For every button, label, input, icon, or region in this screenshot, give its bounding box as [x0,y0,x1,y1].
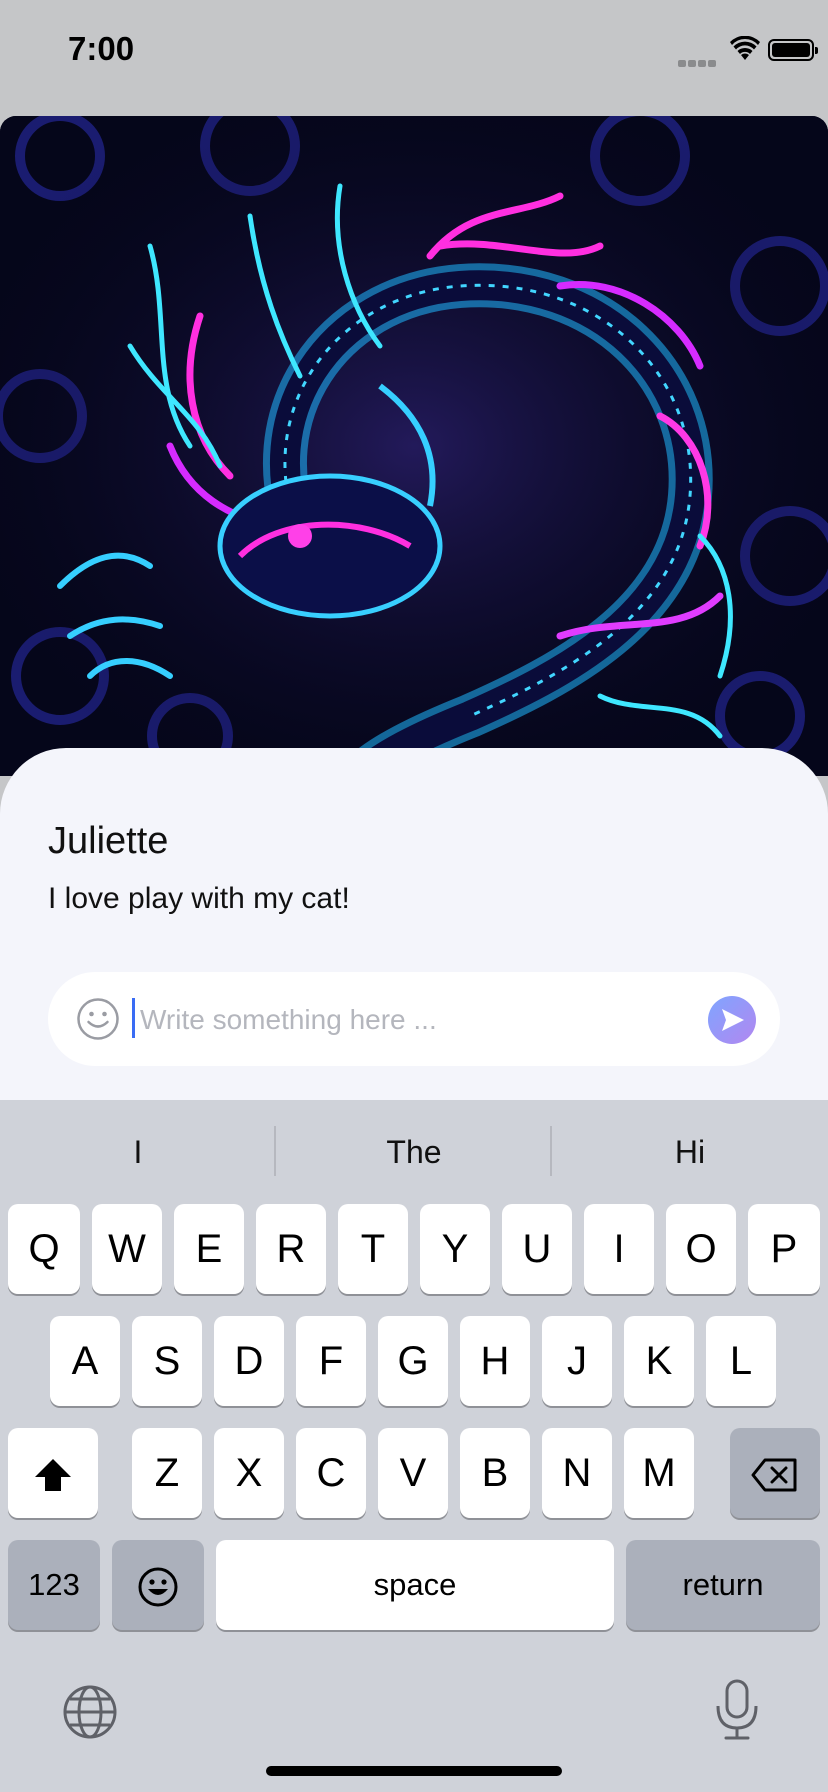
shift-key[interactable] [8,1428,98,1518]
key-i[interactable]: I [584,1204,654,1294]
shift-icon [35,1459,71,1492]
comment-composer [48,972,780,1066]
globe-icon[interactable] [62,1684,118,1740]
wifi-icon [730,36,760,60]
suggestion-1[interactable]: I [0,1124,276,1180]
status-bar: 7:00 [0,0,828,110]
status-time: 7:00 [68,30,135,67]
key-t[interactable]: T [338,1204,408,1294]
home-indicator[interactable] [266,1766,562,1776]
microphone-icon[interactable] [712,1678,762,1742]
post-author-name: Juliette [48,820,169,862]
key-v[interactable]: V [378,1428,448,1518]
key-k[interactable]: K [624,1316,694,1406]
delete-key[interactable] [730,1428,820,1518]
key-m[interactable]: M [624,1428,694,1518]
key-z[interactable]: Z [132,1428,202,1518]
key-e[interactable]: E [174,1204,244,1294]
emoji-key[interactable] [112,1540,204,1630]
key-j[interactable]: J [542,1316,612,1406]
suggestion-3[interactable]: Hi [552,1124,828,1180]
suggestion-2[interactable]: The [276,1124,552,1180]
key-a[interactable]: A [50,1316,120,1406]
key-g[interactable]: G [378,1316,448,1406]
key-b[interactable]: B [460,1428,530,1518]
key-c[interactable]: C [296,1428,366,1518]
send-icon [722,1009,744,1031]
numbers-key[interactable]: 123 [8,1540,100,1630]
key-h[interactable]: H [460,1316,530,1406]
key-f[interactable]: F [296,1316,366,1406]
return-key[interactable]: return [626,1540,820,1630]
key-y[interactable]: Y [420,1204,490,1294]
key-x[interactable]: X [214,1428,284,1518]
backspace-icon [751,1458,797,1492]
key-o[interactable]: O [666,1204,736,1294]
key-s[interactable]: S [132,1316,202,1406]
key-u[interactable]: U [502,1204,572,1294]
post-message: I love play with my cat! [48,882,350,915]
predictive-bar: I The Hi [0,1100,828,1204]
dragon-illustration [0,116,828,776]
key-d[interactable]: D [214,1316,284,1406]
smiley-icon[interactable] [76,997,120,1041]
text-cursor [132,998,135,1038]
key-r[interactable]: R [256,1204,326,1294]
space-key[interactable]: space [216,1540,614,1630]
comment-input[interactable] [138,992,662,1048]
key-q[interactable]: Q [8,1204,80,1294]
post-image [0,116,828,776]
cellular-signal-icon [678,54,718,72]
emoji-icon [138,1567,178,1607]
battery-icon [768,39,818,61]
key-w[interactable]: W [92,1204,162,1294]
send-button[interactable] [708,996,756,1044]
key-p[interactable]: P [748,1204,820,1294]
status-icons [628,30,828,70]
system-keyboard: I The Hi Q W E R T Y U I O P A S D F G H… [0,1100,828,1792]
post-detail-sheet: Juliette I love play with my cat! [0,748,828,1100]
key-n[interactable]: N [542,1428,612,1518]
key-l[interactable]: L [706,1316,776,1406]
